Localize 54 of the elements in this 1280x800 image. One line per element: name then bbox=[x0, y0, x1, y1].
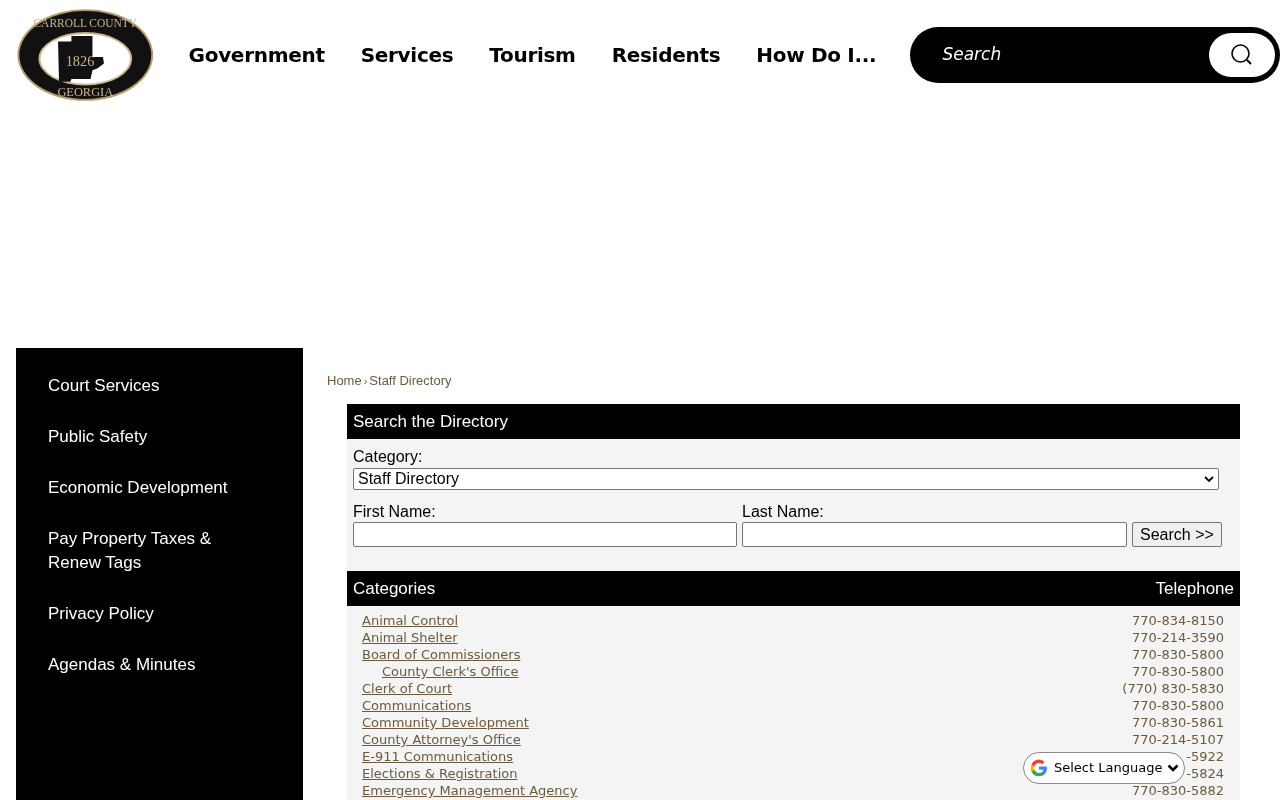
first-name-field[interactable] bbox=[353, 522, 737, 547]
chevron-down-icon bbox=[1167, 763, 1180, 773]
field-label: First Name: bbox=[353, 502, 437, 522]
breadcrumb-link[interactable]: Staff Directory bbox=[369, 371, 452, 391]
category-select[interactable]: Staff Directory bbox=[353, 468, 1219, 490]
category-link[interactable]: Board of Commissioners bbox=[362, 646, 521, 663]
category-link[interactable]: County Clerk's Office bbox=[382, 663, 519, 680]
category-link[interactable]: County Attorney's Office bbox=[362, 731, 521, 748]
nav-link[interactable]: Tourism bbox=[489, 40, 576, 70]
category-link[interactable]: E-911 Communications bbox=[362, 748, 514, 765]
sidebar-link[interactable]: Pay Property Taxes & Renew Tags bbox=[48, 527, 238, 575]
sidebar-link[interactable]: Economic Development bbox=[48, 476, 238, 500]
category-link[interactable]: Elections & Registration bbox=[362, 765, 518, 782]
phone-number: 770-830-5800 bbox=[1131, 663, 1224, 680]
category-link[interactable]: Animal Shelter bbox=[362, 629, 458, 646]
field-label: Last Name: bbox=[742, 502, 825, 522]
search-field[interactable]: Search bbox=[942, 42, 1209, 68]
category-link[interactable]: Community Development bbox=[362, 714, 529, 731]
search-bar[interactable]: Search bbox=[910, 27, 1280, 83]
sidebar-link[interactable]: Privacy Policy bbox=[48, 602, 238, 626]
nav-link[interactable]: Services bbox=[360, 40, 454, 70]
nav-link[interactable]: Residents bbox=[611, 40, 721, 70]
nav-link[interactable]: How Do I... bbox=[756, 40, 877, 70]
phone-number: 770-830-5882 bbox=[1131, 782, 1224, 799]
phone-number: -5824 bbox=[1186, 765, 1224, 782]
field-label: Category: bbox=[353, 447, 424, 467]
sidebar-link[interactable]: Agendas & Minutes bbox=[48, 653, 238, 677]
search-button[interactable]: Search >> bbox=[1132, 522, 1222, 547]
chevron-down-icon bbox=[1204, 475, 1214, 483]
panel-header: Search the Directory bbox=[347, 404, 1240, 439]
phone-number: 770-834-8150 bbox=[1131, 612, 1224, 629]
category-link[interactable]: Clerk of Court bbox=[362, 680, 453, 697]
breadcrumb-link[interactable]: Home bbox=[327, 371, 362, 391]
search-button[interactable] bbox=[1209, 33, 1275, 77]
column-header: Categories bbox=[353, 577, 436, 600]
phone-number: (770) 830-5830 bbox=[1122, 680, 1224, 697]
google-g-icon bbox=[1029, 758, 1049, 778]
column-header: Telephone bbox=[1155, 577, 1234, 600]
last-name-field[interactable] bbox=[742, 522, 1127, 547]
category-link[interactable]: Emergency Management Agency bbox=[362, 782, 578, 799]
breadcrumb-separator: › bbox=[363, 373, 368, 389]
search-icon bbox=[1230, 43, 1254, 67]
category-link[interactable]: Animal Control bbox=[362, 612, 459, 629]
phone-number: 770-830-5800 bbox=[1131, 697, 1224, 714]
sidebar-link[interactable]: Public Safety bbox=[48, 425, 238, 449]
phone-number: 770-830-5861 bbox=[1131, 714, 1224, 731]
category-link[interactable]: Communications bbox=[362, 697, 472, 714]
phone-number: 770-214-5107 bbox=[1131, 731, 1224, 748]
language-selector[interactable]: Select Language bbox=[1023, 752, 1185, 784]
sidebar-link[interactable]: Court Services bbox=[48, 374, 238, 398]
phone-number: 770-830-5800 bbox=[1131, 646, 1224, 663]
phone-number: -5922 bbox=[1186, 748, 1224, 765]
phone-number: 770-214-3590 bbox=[1131, 629, 1224, 646]
nav-link[interactable]: Government bbox=[188, 40, 325, 70]
